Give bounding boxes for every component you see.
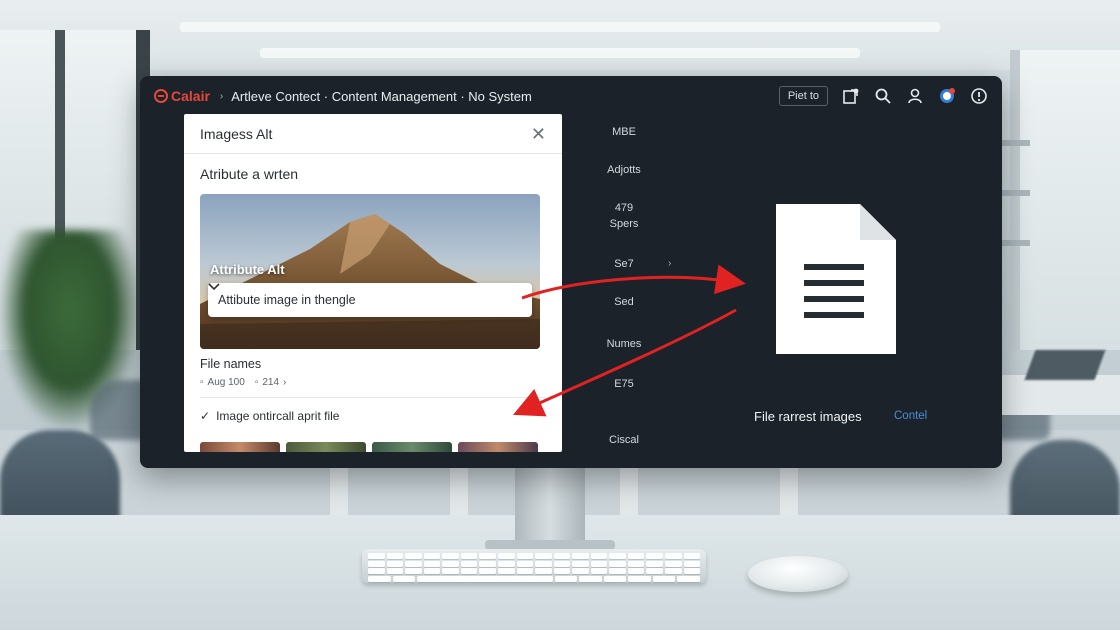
share-icon[interactable] bbox=[842, 87, 860, 105]
brand-logo[interactable]: Calair bbox=[154, 88, 210, 104]
list-item[interactable]: E75 bbox=[592, 376, 656, 392]
thumbnail[interactable] bbox=[458, 442, 538, 452]
list-item[interactable]: Sed bbox=[592, 294, 656, 310]
list-item[interactable]: Se7 bbox=[592, 256, 656, 272]
chevron-right-icon: › bbox=[219, 90, 224, 102]
list-item[interactable]: Numes bbox=[592, 336, 656, 352]
document-caption: File rarrest images bbox=[754, 409, 862, 424]
thumbnail[interactable] bbox=[286, 442, 366, 452]
image-check-row[interactable]: ✓ Image ontircall aprit file bbox=[200, 409, 339, 423]
alt-attribute-select[interactable]: Attibute image in thengle bbox=[208, 283, 532, 317]
file-icon: ▫ bbox=[254, 377, 259, 388]
list-item[interactable]: 479 Spers bbox=[592, 200, 656, 232]
image-check-label: Image ontircall aprit file bbox=[216, 409, 340, 423]
thumbnail[interactable] bbox=[200, 442, 280, 452]
dialog-title: Imagess Alt bbox=[200, 125, 273, 142]
images-alt-dialog: Imagess Alt ✕ Atribute a wrten Attribute… bbox=[184, 114, 562, 452]
info-icon[interactable] bbox=[970, 87, 988, 105]
list-item[interactable]: MBE bbox=[592, 124, 656, 140]
dialog-subtitle: Atribute a wrten bbox=[200, 166, 299, 182]
user-icon[interactable] bbox=[906, 87, 924, 105]
background-laptop bbox=[1024, 350, 1106, 380]
right-window bbox=[1010, 50, 1120, 350]
brand-name: Calair bbox=[171, 88, 210, 104]
hero-image: Attribute Alt Attibute image in thengle bbox=[200, 194, 540, 349]
thumbnail-strip bbox=[200, 442, 538, 452]
monitor-stand bbox=[515, 466, 585, 546]
notification-icon[interactable] bbox=[938, 87, 956, 105]
chevron-right-icon: › bbox=[283, 377, 287, 388]
search-icon[interactable] bbox=[874, 87, 892, 105]
file-names-label: File names bbox=[200, 357, 262, 371]
brand-logo-icon bbox=[154, 89, 168, 103]
chevron-right-icon: › bbox=[668, 258, 672, 269]
meta-date: Aug 100 bbox=[207, 377, 245, 388]
meta-count: 214 bbox=[262, 377, 280, 388]
calendar-icon: ▫ bbox=[200, 377, 204, 388]
file-meta: ▫ Aug 100 ▫ 214 › bbox=[200, 377, 286, 388]
list-item[interactable]: Adjotts bbox=[592, 162, 656, 178]
top-action-button[interactable]: Piet to bbox=[778, 86, 828, 106]
document-link[interactable]: Contel bbox=[894, 410, 927, 422]
keyboard[interactable] bbox=[362, 549, 706, 583]
thumbnail[interactable] bbox=[372, 442, 452, 452]
close-icon[interactable]: ✕ bbox=[531, 125, 546, 143]
checkmark-icon: ✓ bbox=[200, 409, 211, 423]
alt-attribute-value: Attibute image in thengle bbox=[218, 293, 356, 307]
list-item[interactable]: Ciscal bbox=[592, 432, 656, 448]
monitor-screen: Calair › Artleve Contect · Content Manag… bbox=[140, 76, 1002, 468]
document-icon[interactable] bbox=[776, 204, 896, 354]
breadcrumb[interactable]: Artleve Contect · Content Management · N… bbox=[231, 89, 532, 104]
top-bar: Calair › Artleve Contect · Content Manag… bbox=[140, 76, 1002, 116]
mouse[interactable] bbox=[748, 556, 848, 592]
hero-label: Attribute Alt bbox=[210, 262, 285, 277]
chevron-down-icon bbox=[208, 283, 220, 291]
